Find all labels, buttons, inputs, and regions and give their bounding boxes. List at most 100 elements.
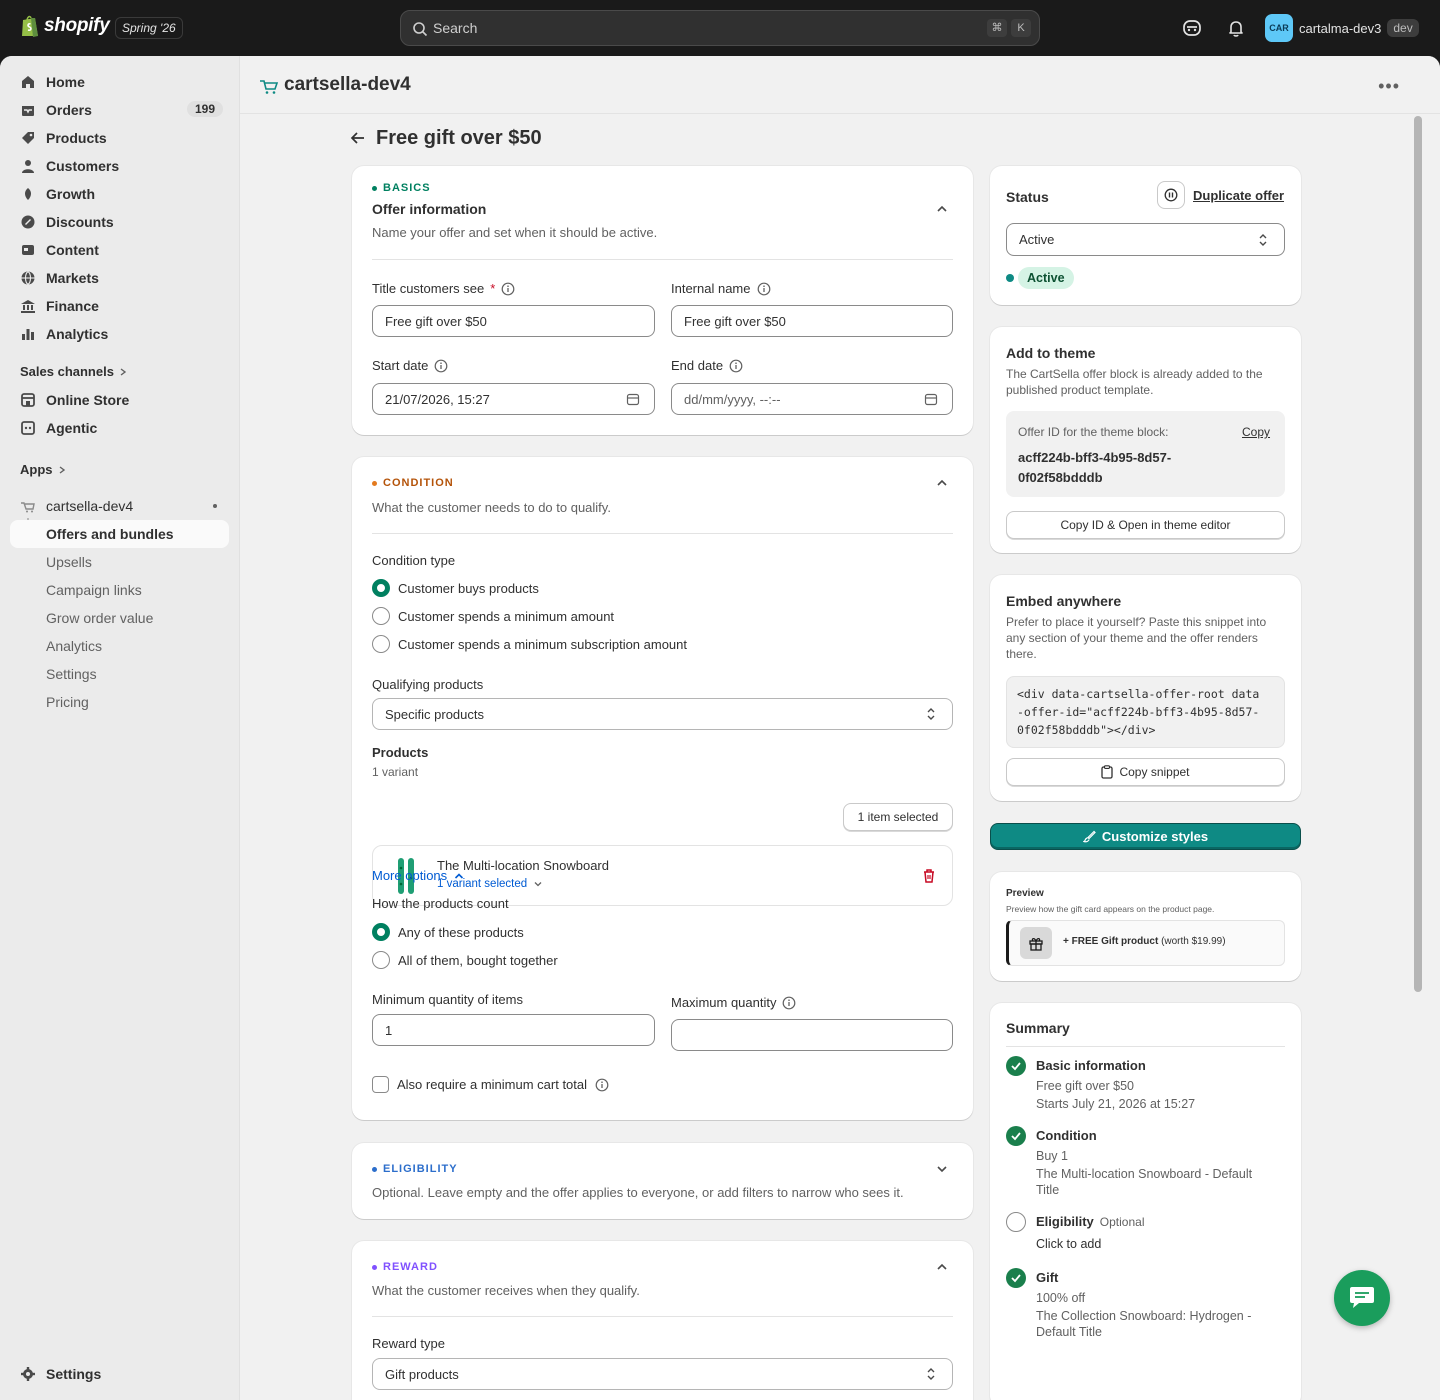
radio-selected[interactable] (372, 923, 390, 941)
radio-selected[interactable] (372, 579, 390, 597)
count-option-any[interactable]: Any of these products (372, 923, 524, 941)
sales-channels-header[interactable]: Sales channels (20, 364, 128, 379)
offer-id-label: Offer ID for the theme block: (1018, 425, 1169, 439)
sidebar-subitem-analytics[interactable]: Analytics (10, 632, 229, 660)
radio[interactable] (372, 951, 390, 969)
condition-option-buys-products[interactable]: Customer buys products (372, 579, 539, 597)
summary-card: Summary Basic information Free gift over… (990, 1003, 1301, 1400)
account-menu[interactable]: CAR cartalma-dev3 dev (1265, 14, 1419, 42)
radio[interactable] (372, 607, 390, 625)
sidebar-item-agentic[interactable]: Agentic (10, 414, 229, 442)
pause-button[interactable] (1157, 181, 1185, 209)
radio[interactable] (372, 635, 390, 653)
apps-header[interactable]: Apps (20, 462, 67, 477)
chevron-up-icon[interactable] (935, 1260, 949, 1274)
info-icon[interactable] (729, 359, 743, 373)
subitem-label: Upsells (46, 554, 92, 570)
sidebar-subitem-settings[interactable]: Settings (10, 660, 229, 688)
end-date-field[interactable]: dd/mm/yyyy, --:-- (671, 383, 953, 415)
chevron-up-icon[interactable] (935, 476, 949, 490)
condition-option-spends-minimum[interactable]: Customer spends a minimum amount (372, 607, 614, 625)
internal-name-field[interactable]: Free gift over $50 (671, 305, 953, 337)
products-count-label: How the products count (372, 896, 509, 911)
items-selected-button[interactable]: 1 item selected (843, 803, 953, 831)
sidebar-item-settings[interactable]: Settings (10, 1360, 229, 1388)
sidebar-item-content[interactable]: Content (10, 236, 229, 264)
summary-gift[interactable]: Gift 100% off The Collection Snowboard: … (1006, 1268, 1276, 1339)
gear-icon (21, 1367, 35, 1381)
growth-icon (25, 188, 31, 200)
sidebar-item-customers[interactable]: Customers (10, 152, 229, 180)
more-actions-button[interactable]: ••• (1378, 76, 1400, 97)
edition-badge[interactable]: Spring '26 (115, 17, 183, 39)
bell-icon[interactable] (1225, 17, 1247, 39)
calendar-icon[interactable] (924, 392, 938, 406)
summary-line: The Multi-location Snowboard - Default T… (1036, 1167, 1253, 1197)
cartsella-app-icon (21, 502, 35, 513)
chevron-down-icon[interactable] (935, 1162, 949, 1176)
empty-circle-icon (1006, 1212, 1026, 1232)
chevron-up-icon[interactable] (935, 202, 949, 216)
reward-type-select[interactable]: Gift products (372, 1358, 953, 1390)
sidebar-item-online-store[interactable]: Online Store (10, 386, 229, 414)
add-to-theme-title: Add to theme (1006, 345, 1096, 361)
chat-button[interactable] (1334, 1270, 1390, 1326)
summary-eligibility[interactable]: Eligibility Optional Click to add (1006, 1212, 1276, 1256)
info-icon[interactable] (757, 282, 771, 296)
sidebar-subitem-grow-order-value[interactable]: Grow order value (10, 604, 229, 632)
embed-code-block[interactable]: <div data-cartsella-offer-root data -off… (1006, 676, 1285, 748)
copy-snippet-button[interactable]: Copy snippet (1006, 758, 1285, 786)
apps-label: Apps (20, 462, 53, 477)
eligibility-card[interactable]: ELIGIBILITY Optional. Leave empty and th… (352, 1143, 973, 1219)
checkbox[interactable] (372, 1076, 389, 1093)
sidebar-item-orders[interactable]: Orders 199 (10, 96, 229, 124)
divider (372, 1316, 953, 1317)
customize-styles-button[interactable]: Customize styles (990, 823, 1301, 850)
calendar-icon[interactable] (626, 392, 640, 406)
condition-option-spends-subscription[interactable]: Customer spends a minimum subscription a… (372, 635, 687, 653)
sidebar-subitem-offers[interactable]: Offers and bundles (10, 520, 229, 548)
info-icon[interactable] (434, 359, 448, 373)
copy-id-link[interactable]: Copy (1242, 425, 1270, 439)
max-quantity-field[interactable] (671, 1019, 953, 1051)
status-badge: Active (1018, 267, 1074, 289)
sidebar-item-analytics[interactable]: Analytics (10, 320, 229, 348)
trash-icon[interactable] (921, 868, 937, 884)
info-icon[interactable] (595, 1078, 609, 1092)
search-input[interactable] (433, 11, 973, 45)
divider (1006, 1046, 1285, 1047)
open-theme-editor-button[interactable]: Copy ID & Open in theme editor (1006, 511, 1285, 539)
summary-basic-info[interactable]: Basic information Free gift over $50 Sta… (1006, 1056, 1276, 1116)
search-bar[interactable]: ⌘ K (400, 10, 1040, 46)
summary-condition[interactable]: Condition Buy 1 The Multi-location Snowb… (1006, 1126, 1276, 1197)
more-options-toggle[interactable]: More options (372, 868, 465, 883)
back-arrow-icon[interactable] (350, 130, 366, 146)
also-require-cart-total[interactable]: Also require a minimum cart total (372, 1076, 609, 1093)
sidebar-subitem-pricing[interactable]: Pricing (10, 688, 229, 716)
sidebar-subitem-campaign-links[interactable]: Campaign links (10, 576, 229, 604)
summary-heading: Eligibility Optional (1036, 1214, 1145, 1229)
count-option-all[interactable]: All of them, bought together (372, 951, 558, 969)
title-customers-see-field[interactable]: Free gift over $50 (372, 305, 655, 337)
summary-heading: Basic information (1036, 1058, 1146, 1073)
sidebar-item-discounts[interactable]: Discounts (10, 208, 229, 236)
sidebar-item-home[interactable]: Home (10, 68, 229, 96)
duplicate-offer-link[interactable]: Duplicate offer (1193, 188, 1284, 203)
info-icon[interactable] (782, 996, 796, 1010)
sidebar-item-markets[interactable]: Markets (10, 264, 229, 292)
shopify-logo[interactable]: shopify (20, 14, 110, 38)
sidekick-icon[interactable] (1181, 17, 1203, 39)
summary-click-to-add[interactable]: Click to add (1036, 1236, 1276, 1252)
sidebar-item-finance[interactable]: Finance (10, 292, 229, 320)
subitem-label: Settings (46, 666, 97, 682)
sidebar-item-products[interactable]: Products (10, 124, 229, 152)
min-quantity-field[interactable]: 1 (372, 1014, 655, 1046)
info-icon[interactable] (501, 282, 515, 296)
scrollbar[interactable] (1414, 116, 1422, 992)
sidebar-subitem-upsells[interactable]: Upsells (10, 548, 229, 576)
sidebar-item-cartsella[interactable]: cartsella-dev4 (10, 492, 229, 520)
status-select[interactable]: Active (1006, 223, 1285, 256)
sidebar-item-growth[interactable]: Growth (10, 180, 229, 208)
start-date-field[interactable]: 21/07/2026, 15:27 (372, 383, 655, 415)
qualifying-products-select[interactable]: Specific products (372, 698, 953, 730)
